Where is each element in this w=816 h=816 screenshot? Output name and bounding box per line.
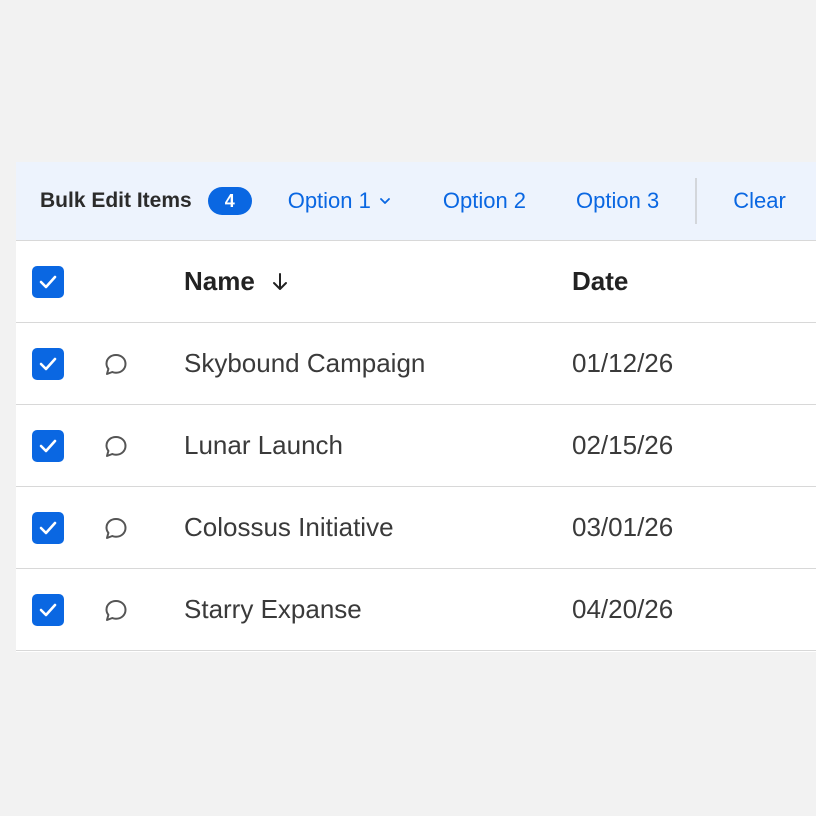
row-name: Colossus Initiative	[184, 512, 394, 542]
column-header-name[interactable]: Name	[184, 241, 289, 322]
row-date: 01/12/26	[572, 348, 674, 378]
comment-icon[interactable]	[102, 515, 130, 543]
column-header-date[interactable]: Date	[572, 241, 628, 322]
row-name: Skybound Campaign	[184, 348, 426, 378]
selected-count-badge: 4	[207, 187, 252, 215]
table-row[interactable]: Starry Expanse 04/20/26	[16, 569, 816, 651]
check-icon	[39, 603, 57, 617]
check-icon	[39, 357, 57, 371]
row-name: Starry Expanse	[184, 594, 362, 624]
row-date: 02/15/26	[572, 430, 674, 460]
table-row[interactable]: Colossus Initiative 03/01/26	[16, 487, 816, 569]
comment-icon[interactable]	[102, 351, 130, 379]
check-icon	[39, 275, 57, 289]
arrow-down-icon	[271, 272, 289, 292]
bulk-edit-toolbar: Bulk Edit Items 4 Option 1 Option 2 Opti…	[16, 162, 816, 241]
select-all-checkbox[interactable]	[32, 266, 64, 298]
check-icon	[39, 439, 57, 453]
clear-button[interactable]: Clear	[733, 188, 786, 214]
option-3-button[interactable]: Option 3	[576, 188, 659, 214]
row-name: Lunar Launch	[184, 430, 344, 460]
table-row[interactable]: Lunar Launch 02/15/26	[16, 405, 816, 487]
row-checkbox[interactable]	[32, 348, 64, 380]
table-row[interactable]: Skybound Campaign 01/12/26	[16, 323, 816, 405]
table-header-row: Name Date	[16, 241, 816, 323]
toolbar-divider	[695, 178, 698, 224]
comment-icon[interactable]	[102, 597, 130, 625]
option-1-label: Option 1	[287, 188, 371, 213]
row-checkbox[interactable]	[32, 594, 64, 626]
toolbar-title: Bulk Edit Items	[40, 189, 192, 212]
comment-icon[interactable]	[102, 433, 130, 461]
row-date: 04/20/26	[572, 594, 674, 624]
check-icon	[39, 521, 57, 535]
row-checkbox[interactable]	[32, 430, 64, 462]
row-checkbox[interactable]	[32, 512, 64, 544]
chevron-down-icon	[379, 198, 390, 204]
option-2-button[interactable]: Option 2	[443, 188, 526, 214]
bulk-edit-table: Bulk Edit Items 4 Option 1 Option 2 Opti…	[16, 162, 816, 652]
option-1-dropdown[interactable]: Option 1	[288, 188, 391, 214]
column-header-name-label: Name	[184, 266, 255, 296]
row-date: 03/01/26	[572, 512, 674, 542]
